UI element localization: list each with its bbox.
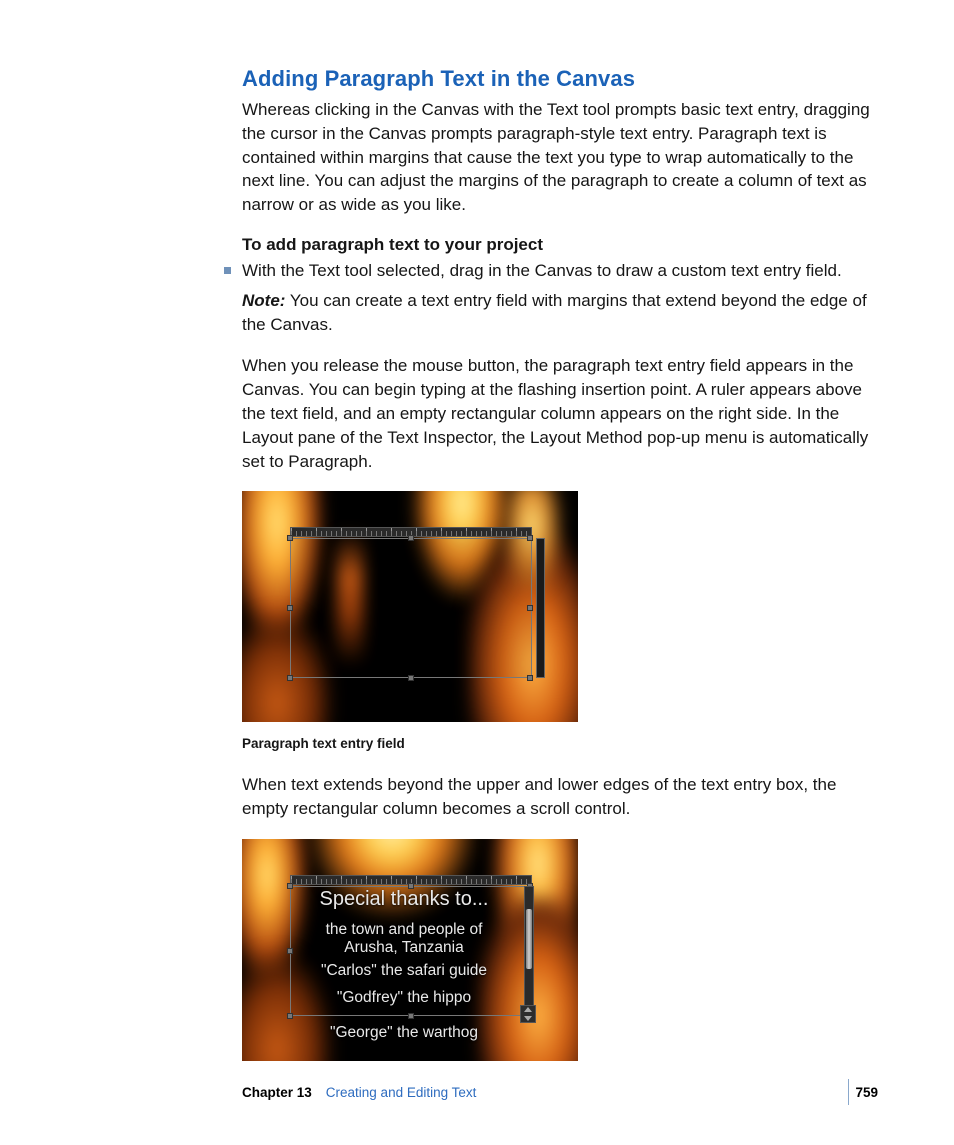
resize-handle[interactable]: [408, 675, 414, 681]
footer-title: Creating and Editing Text: [326, 1085, 477, 1100]
footer-page-number: 759: [855, 1085, 878, 1100]
stepper-icon[interactable]: [520, 1005, 536, 1023]
resize-handle[interactable]: [527, 535, 533, 541]
credits-line: "George" the warthog: [290, 1024, 518, 1042]
page-footer: Chapter 13 Creating and Editing Text 759: [242, 1079, 878, 1105]
credits-line: "Carlos" the safari guide: [290, 962, 518, 980]
footer-divider-icon: [848, 1079, 849, 1105]
resize-handle[interactable]: [287, 1013, 293, 1019]
credits-line: the town and people of Arusha, Tanzania: [290, 921, 518, 957]
credits-line-b: Arusha, Tanzania: [344, 939, 464, 956]
paragraph-2: When you release the mouse button, the p…: [242, 354, 878, 473]
text-entry-field[interactable]: [290, 538, 532, 678]
footer-chapter: Chapter 13: [242, 1085, 312, 1100]
square-bullet-icon: [224, 267, 231, 274]
scroll-thumb[interactable]: [526, 909, 532, 969]
step-heading: To add paragraph text to your project: [242, 235, 878, 255]
resize-handle[interactable]: [408, 535, 414, 541]
note-paragraph: Note: You can create a text entry field …: [242, 289, 878, 337]
section-heading: Adding Paragraph Text in the Canvas: [242, 66, 878, 92]
figure-paragraph-entry: [242, 491, 578, 722]
bullet-text: With the Text tool selected, drag in the…: [242, 259, 842, 283]
bullet-row: With the Text tool selected, drag in the…: [224, 259, 878, 283]
credits-line-a: the town and people of: [326, 921, 483, 938]
figure-scroll-control: Special thanks to... the town and people…: [242, 839, 578, 1061]
intro-paragraph: Whereas clicking in the Canvas with the …: [242, 98, 878, 217]
scroll-control[interactable]: [524, 886, 534, 1016]
note-text: You can create a text entry field with m…: [242, 291, 867, 334]
page: Adding Paragraph Text in the Canvas Wher…: [0, 0, 954, 1145]
resize-handle[interactable]: [527, 605, 533, 611]
resize-handle[interactable]: [287, 535, 293, 541]
scroll-column: [536, 538, 545, 678]
resize-handle[interactable]: [527, 675, 533, 681]
credits-line: "Godfrey" the hippo: [290, 989, 518, 1007]
figure-caption: Paragraph text entry field: [242, 736, 878, 751]
resize-handle[interactable]: [287, 675, 293, 681]
note-label: Note:: [242, 291, 285, 310]
credits-line: Special thanks to...: [290, 888, 518, 911]
resize-handle[interactable]: [287, 605, 293, 611]
paragraph-3: When text extends beyond the upper and l…: [242, 773, 878, 821]
resize-handle[interactable]: [408, 1013, 414, 1019]
